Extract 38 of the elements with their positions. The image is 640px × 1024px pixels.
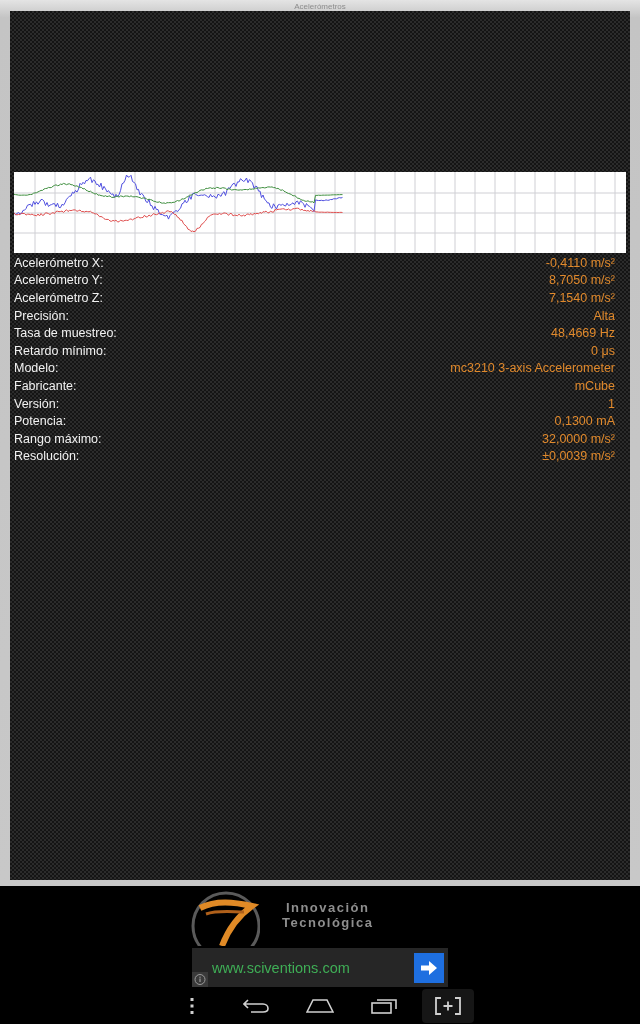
reading-label: Acelerómetro Z:	[14, 291, 103, 305]
info-icon[interactable]	[192, 972, 208, 987]
reading-label: Fabricante:	[14, 378, 77, 393]
reading-label: Acelerómetro Y:	[14, 273, 103, 288]
ad-link[interactable]: www.sciventions.com	[212, 959, 350, 976]
reading-value: 48,4669 Hz	[551, 326, 615, 341]
reading-value: 0,1300 mA	[554, 414, 615, 429]
reading-label: Tasa de muestreo:	[14, 326, 117, 341]
ad-banner[interactable]: www.sciventions.com	[192, 948, 448, 987]
reading-label: Precisión:	[14, 308, 69, 323]
logo-text: Innovación	[285, 900, 370, 915]
reading-value: mc3210 3-axis Accelerometer	[450, 361, 615, 376]
reading-value: 0 μs	[591, 343, 615, 358]
reading-value: 32,0000 m/s²	[542, 431, 615, 446]
back-icon	[243, 998, 269, 1013]
reading-label: Retardo mínimo:	[14, 343, 107, 358]
reading-value: -0,4110 m/s²	[545, 255, 615, 270]
reading-value: mCube	[574, 378, 615, 393]
menu-dots-icon	[190, 997, 194, 1014]
reading-value: ±0,0039 m/s²	[542, 449, 615, 464]
ad-go-button[interactable]	[414, 952, 444, 983]
recent-apps-icon	[371, 997, 397, 1014]
reading-label: Rango máximo:	[14, 431, 102, 446]
reading-value: 1	[608, 396, 615, 411]
reading-label: Modelo:	[14, 361, 59, 376]
reading-label: Potencia:	[14, 414, 67, 429]
bracket-plus-icon	[435, 996, 461, 1015]
reading-value: 8,7050 m/s²	[549, 273, 615, 288]
arrow-right-icon	[421, 960, 437, 975]
reading-label: Versión:	[14, 396, 60, 411]
reading-value: Alta	[593, 308, 615, 323]
reading-value: 7,1540 m/s²	[549, 291, 615, 305]
reading-label: Acelerómetro X:	[14, 255, 104, 270]
window-title: Acelerómetros	[294, 2, 346, 11]
home-icon	[306, 998, 334, 1013]
screenshot-button[interactable]	[422, 988, 474, 1023]
logo-text: Tecnológica	[282, 915, 374, 930]
reading-label: Resolución:	[14, 449, 80, 464]
